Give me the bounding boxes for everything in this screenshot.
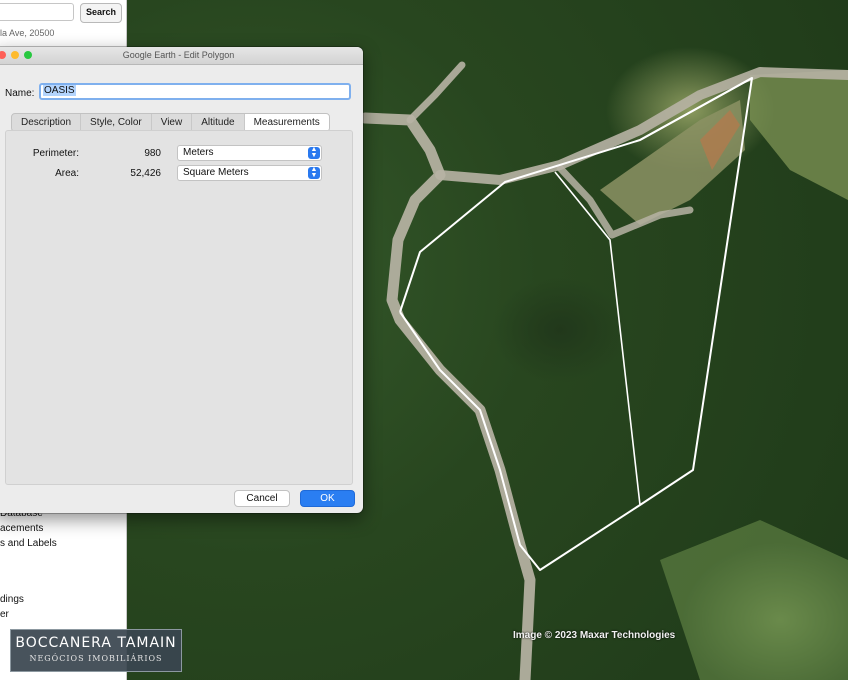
layer-item-borders-labels[interactable]: s and Labels [0,538,57,549]
perimeter-value: 980 [144,148,161,159]
area-unit-value: Square Meters [183,167,249,178]
dialog-title: Google Earth - Edit Polygon [122,50,235,60]
tab-style-color[interactable]: Style, Color [80,114,151,131]
dialog-titlebar[interactable]: Google Earth - Edit Polygon [0,47,363,65]
tab-view[interactable]: View [150,114,192,131]
name-value: OASIS [43,85,76,96]
search-button[interactable]: Search [80,3,122,23]
cancel-button[interactable]: Cancel [234,490,290,507]
field-area [750,70,848,200]
perimeter-unit-value: Meters [183,147,214,158]
name-input[interactable]: OASIS [39,83,351,100]
polygon-inner-line [554,171,641,506]
layer-item-other[interactable]: er [0,609,9,620]
logo-line1: BOCCANERA TAMAIN [15,635,177,651]
road-main [359,112,536,680]
field-area-south [660,520,848,680]
perimeter-label: Perimeter: [32,148,79,159]
tab-description[interactable]: Description [12,114,80,131]
layer-item-buildings[interactable]: dings [0,594,24,605]
area-label: Area: [55,168,79,179]
chevron-updown-icon: ▲ ▼ [308,166,320,179]
search-result-address[interactable]: la Ave, 20500 [0,28,54,38]
measurements-panel: Perimeter: 980 Meters ▲ ▼ Area: 52,426 Sq… [5,130,353,485]
chevron-updown-icon: ▲ ▼ [308,146,320,159]
company-logo: BOCCANERA TAMAIN NEGÓCIOS IMOBILIÁRIOS [10,629,182,672]
ok-button[interactable]: OK [300,490,355,507]
perimeter-unit-select[interactable]: Meters ▲ ▼ [177,145,322,161]
tab-altitude[interactable]: Altitude [191,114,243,131]
edit-polygon-dialog: Google Earth - Edit Polygon Name: OASIS … [0,47,363,513]
search-input[interactable] [0,3,74,21]
area-value: 52,426 [130,168,161,179]
layer-item-placements[interactable]: acements [0,523,43,534]
logo-line2: NEGÓCIOS IMOBILIÁRIOS [29,654,163,663]
area-unit-select[interactable]: Square Meters ▲ ▼ [177,165,322,181]
road-north [406,61,466,124]
name-label: Name: [5,88,35,99]
tab-measurements[interactable]: Measurements [243,114,329,131]
imagery-credit: Image © 2023 Maxar Technologies [513,630,676,641]
